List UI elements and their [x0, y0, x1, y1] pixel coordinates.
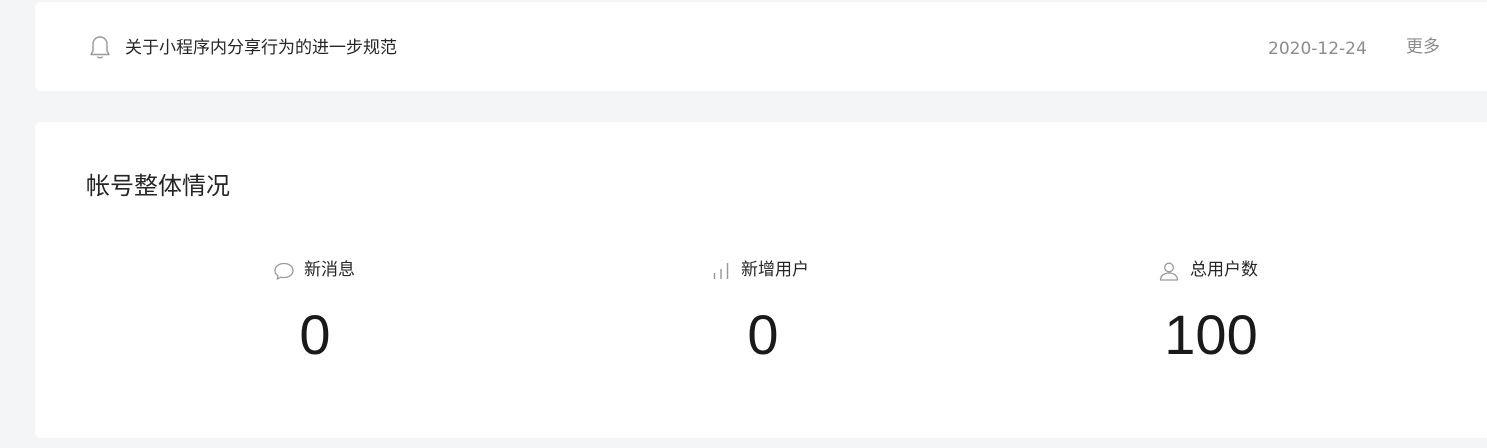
more-link[interactable]: 更多 — [1406, 36, 1440, 58]
bar-chart-icon — [711, 261, 733, 281]
stat-label: 总用户数 — [1190, 260, 1258, 280]
notice-date: 2020-12-24 — [1268, 39, 1367, 59]
stat-label: 新消息 — [304, 260, 355, 280]
chat-bubble-icon — [273, 261, 295, 281]
stat-total-users: 总用户数 100 — [1158, 258, 1358, 388]
bell-icon — [89, 35, 111, 61]
stat-value: 0 — [299, 303, 331, 366]
section-title: 帐号整体情况 — [86, 172, 230, 200]
user-icon — [1158, 261, 1180, 281]
notice-card: 关于小程序内分享行为的进一步规范 2020-12-24 更多 — [35, 2, 1487, 91]
account-overview-card: 帐号整体情况 新消息 0 新增用户 0 总用户数 100 — [35, 122, 1487, 438]
stat-new-users: 新增用户 0 — [711, 258, 911, 388]
stat-new-messages: 新消息 0 — [273, 258, 473, 388]
notice-title-link[interactable]: 关于小程序内分享行为的进一步规范 — [125, 37, 397, 59]
stat-value: 100 — [1164, 303, 1258, 366]
stat-value: 0 — [747, 303, 779, 366]
stat-label: 新增用户 — [741, 260, 809, 280]
